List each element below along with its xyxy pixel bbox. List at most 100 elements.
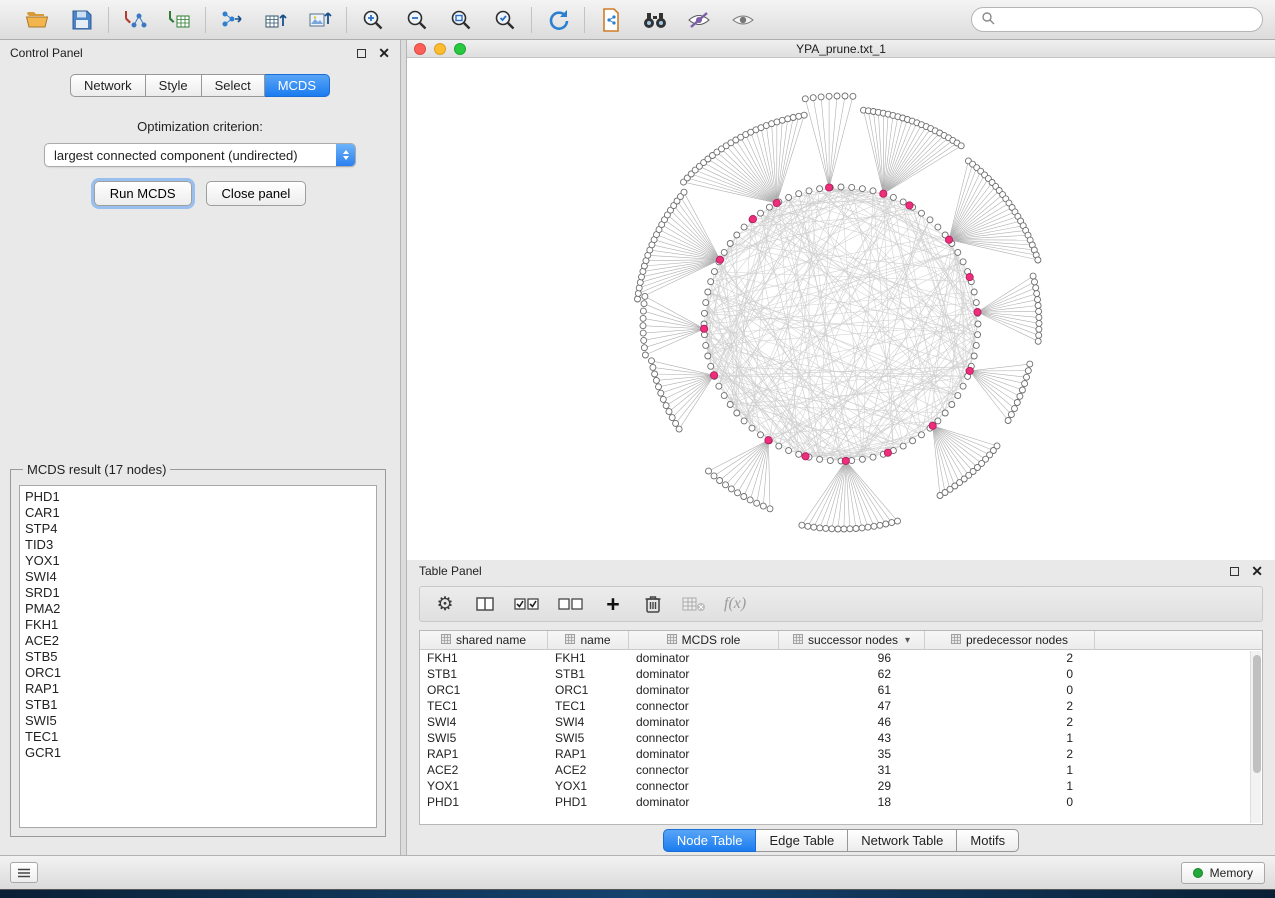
sort-icon[interactable] xyxy=(565,633,575,647)
mcds-result-item[interactable]: SWI4 xyxy=(25,569,371,585)
tab-edge-table[interactable]: Edge Table xyxy=(756,829,848,852)
scrollbar-thumb[interactable] xyxy=(1253,655,1261,773)
table-cell[interactable]: 61 xyxy=(779,683,925,697)
table-settings-icon[interactable]: ⚙ xyxy=(434,590,456,618)
table-cell[interactable]: connector xyxy=(629,699,779,713)
filter-nodes-icon[interactable] xyxy=(683,5,715,35)
table-cell[interactable]: SWI4 xyxy=(548,715,629,729)
table-cell[interactable]: 35 xyxy=(779,747,925,761)
table-cell[interactable]: RAP1 xyxy=(548,747,629,761)
search-network-icon[interactable] xyxy=(639,5,671,35)
table-cell[interactable]: 2 xyxy=(925,651,1095,665)
table-cell[interactable]: 0 xyxy=(925,667,1095,681)
table-cell[interactable]: RAP1 xyxy=(420,747,548,761)
sort-icon[interactable] xyxy=(441,633,451,647)
table-cell[interactable]: 1 xyxy=(925,779,1095,793)
table-cell[interactable]: YOX1 xyxy=(420,779,548,793)
import-table-icon[interactable] xyxy=(163,5,195,35)
export-image-icon[interactable] xyxy=(304,5,336,35)
mcds-result-item[interactable]: TID3 xyxy=(25,537,371,553)
table-cell[interactable]: SWI5 xyxy=(420,731,548,745)
table-cell[interactable]: dominator xyxy=(629,683,779,697)
table-cell[interactable]: TEC1 xyxy=(548,699,629,713)
table-cell[interactable]: PHD1 xyxy=(420,795,548,809)
mcds-result-item[interactable]: PMA2 xyxy=(25,601,371,617)
table-close-icon[interactable]: ✕ xyxy=(1251,567,1263,576)
delete-row-icon[interactable] xyxy=(642,590,664,618)
deselect-all-icon[interactable] xyxy=(558,590,584,618)
mcds-result-item[interactable]: FKH1 xyxy=(25,617,371,633)
tab-network-table[interactable]: Network Table xyxy=(848,829,957,852)
table-cell[interactable]: connector xyxy=(629,779,779,793)
table-cell[interactable]: FKH1 xyxy=(420,651,548,665)
delete-table-icon[interactable] xyxy=(682,590,706,618)
window-close-icon[interactable] xyxy=(414,43,426,55)
split-panel-icon[interactable] xyxy=(474,590,496,618)
column-header-mcds-role[interactable]: MCDS role xyxy=(629,631,779,649)
table-cell[interactable]: dominator xyxy=(629,667,779,681)
mcds-result-item[interactable]: ACE2 xyxy=(25,633,371,649)
table-cell[interactable]: 2 xyxy=(925,747,1095,761)
table-cell[interactable]: 46 xyxy=(779,715,925,729)
tab-motifs[interactable]: Motifs xyxy=(957,829,1019,852)
tab-node-table[interactable]: Node Table xyxy=(663,829,757,852)
run-mcds-button[interactable]: Run MCDS xyxy=(94,181,192,206)
show-hide-icon[interactable] xyxy=(727,5,759,35)
mcds-result-item[interactable]: ORC1 xyxy=(25,665,371,681)
window-maximize-icon[interactable] xyxy=(454,43,466,55)
mcds-result-item[interactable]: SWI5 xyxy=(25,713,371,729)
import-network-icon[interactable] xyxy=(119,5,151,35)
table-row[interactable]: SWI5SWI5connector431 xyxy=(420,730,1262,746)
tab-select[interactable]: Select xyxy=(202,74,265,97)
table-cell[interactable]: STB1 xyxy=(420,667,548,681)
criterion-dropdown[interactable]: largest connected component (undirected) xyxy=(44,143,356,167)
tab-style[interactable]: Style xyxy=(146,74,202,97)
export-to-web-icon[interactable] xyxy=(595,5,627,35)
table-row[interactable]: PHD1PHD1dominator180 xyxy=(420,794,1262,810)
table-row[interactable]: ACE2ACE2connector311 xyxy=(420,762,1262,778)
table-cell[interactable]: 18 xyxy=(779,795,925,809)
table-cell[interactable]: dominator xyxy=(629,715,779,729)
mcds-result-item[interactable]: RAP1 xyxy=(25,681,371,697)
table-cell[interactable]: ORC1 xyxy=(420,683,548,697)
mcds-result-item[interactable]: SRD1 xyxy=(25,585,371,601)
mcds-result-item[interactable]: GCR1 xyxy=(25,745,371,761)
table-row[interactable]: ORC1ORC1dominator610 xyxy=(420,682,1262,698)
table-cell[interactable]: 1 xyxy=(925,731,1095,745)
column-dropdown-icon[interactable]: ▾ xyxy=(905,635,910,646)
mcds-result-list[interactable]: PHD1CAR1STP4TID3YOX1SWI4SRD1PMA2FKH1ACE2… xyxy=(19,485,377,828)
table-cell[interactable]: PHD1 xyxy=(548,795,629,809)
table-float-icon[interactable] xyxy=(1230,567,1239,576)
table-cell[interactable]: 0 xyxy=(925,795,1095,809)
zoom-out-icon[interactable] xyxy=(401,5,433,35)
table-cell[interactable]: 2 xyxy=(925,699,1095,713)
table-cell[interactable]: dominator xyxy=(629,795,779,809)
table-cell[interactable]: YOX1 xyxy=(548,779,629,793)
table-cell[interactable]: 47 xyxy=(779,699,925,713)
sort-icon[interactable] xyxy=(667,633,677,647)
table-cell[interactable]: 31 xyxy=(779,763,925,777)
zoom-selected-icon[interactable] xyxy=(489,5,521,35)
table-row[interactable]: TEC1TEC1connector472 xyxy=(420,698,1262,714)
table-cell[interactable]: connector xyxy=(629,731,779,745)
export-network-icon[interactable] xyxy=(216,5,248,35)
table-cell[interactable]: STB1 xyxy=(548,667,629,681)
table-cell[interactable]: ACE2 xyxy=(548,763,629,777)
sort-icon[interactable] xyxy=(793,633,803,647)
sort-icon[interactable] xyxy=(951,633,961,647)
table-cell[interactable]: 29 xyxy=(779,779,925,793)
table-scrollbar[interactable] xyxy=(1250,651,1261,823)
table-cell[interactable]: 1 xyxy=(925,763,1095,777)
select-all-icon[interactable] xyxy=(514,590,540,618)
table-cell[interactable]: FKH1 xyxy=(548,651,629,665)
close-panel-button[interactable]: Close panel xyxy=(206,181,307,206)
table-cell[interactable]: connector xyxy=(629,763,779,777)
tab-mcds[interactable]: MCDS xyxy=(265,74,330,97)
zoom-fit-icon[interactable] xyxy=(445,5,477,35)
mcds-result-item[interactable]: STB5 xyxy=(25,649,371,665)
network-canvas[interactable] xyxy=(407,58,1275,560)
table-cell[interactable]: 43 xyxy=(779,731,925,745)
window-minimize-icon[interactable] xyxy=(434,43,446,55)
mcds-result-item[interactable]: STB1 xyxy=(25,697,371,713)
table-row[interactable]: FKH1FKH1dominator962 xyxy=(420,650,1262,666)
